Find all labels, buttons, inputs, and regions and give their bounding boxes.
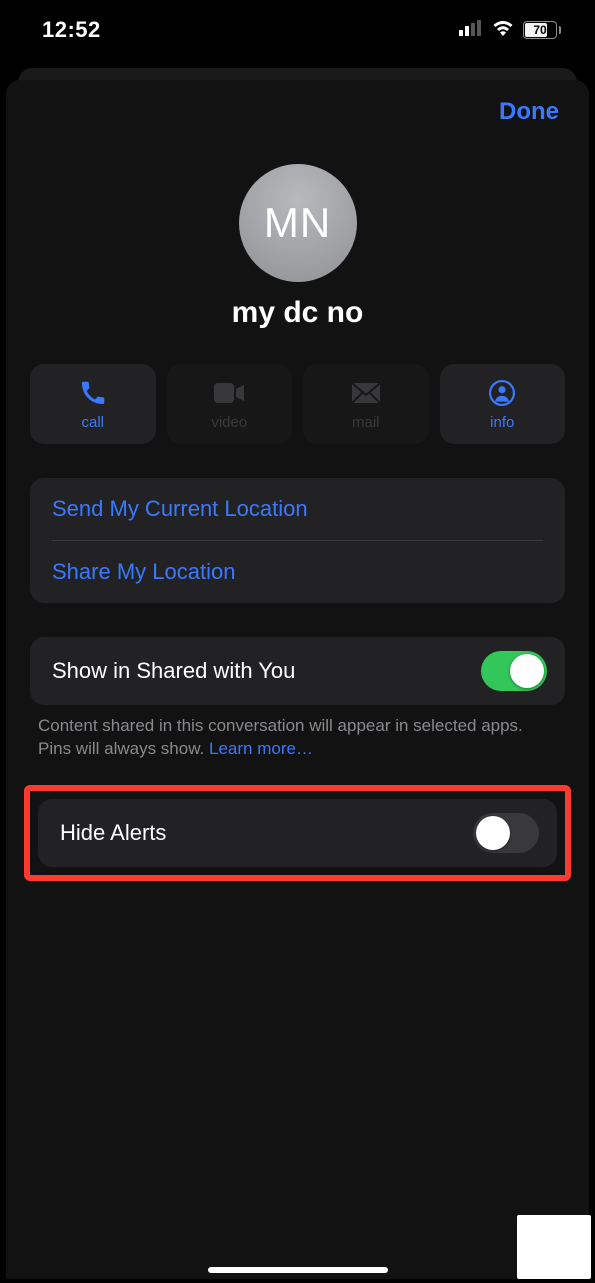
mail-button: mail <box>303 364 429 444</box>
location-group: Send My Current Location Share My Locati… <box>30 478 565 603</box>
cellular-icon <box>459 20 483 41</box>
status-indicators: 70 <box>459 19 561 42</box>
video-button: video <box>167 364 293 444</box>
call-button[interactable]: call <box>30 364 156 444</box>
shared-with-you-group: Show in Shared with You <box>30 637 565 705</box>
shared-with-you-row: Show in Shared with You <box>30 637 565 705</box>
contact-name: my dc no <box>232 296 364 330</box>
phone-icon <box>78 378 108 408</box>
status-time: 12:52 <box>42 17 101 43</box>
info-label: info <box>490 414 514 431</box>
avatar-initials: MN <box>264 199 331 247</box>
highlight-annotation: Hide Alerts <box>24 785 571 881</box>
battery-percent: 70 <box>533 23 546 37</box>
share-location-button[interactable]: Share My Location <box>30 541 565 603</box>
overlay-patch <box>517 1215 591 1279</box>
shared-with-you-toggle[interactable] <box>481 651 547 691</box>
status-bar: 12:52 70 <box>0 0 595 60</box>
learn-more-link[interactable]: Learn more… <box>209 739 313 758</box>
home-indicator[interactable] <box>208 1267 388 1273</box>
contact-detail-sheet: Done MN my dc no call video <box>6 80 589 1279</box>
wifi-icon <box>491 19 515 42</box>
send-location-button[interactable]: Send My Current Location <box>30 478 565 540</box>
mail-icon <box>351 378 381 408</box>
call-label: call <box>81 414 104 431</box>
contact-header: MN my dc no <box>30 164 565 330</box>
avatar[interactable]: MN <box>239 164 357 282</box>
done-button[interactable]: Done <box>499 98 559 126</box>
video-icon <box>214 378 244 408</box>
hide-alerts-row: Hide Alerts <box>38 799 557 867</box>
hide-alerts-label: Hide Alerts <box>60 820 166 846</box>
shared-with-you-label: Show in Shared with You <box>52 658 295 684</box>
hide-alerts-toggle[interactable] <box>473 813 539 853</box>
action-button-row: call video mail info <box>30 364 565 444</box>
battery-icon: 70 <box>523 21 561 39</box>
person-circle-icon <box>487 378 517 408</box>
shared-with-you-description: Content shared in this conversation will… <box>30 705 565 761</box>
video-label: video <box>211 414 247 431</box>
phone-frame: 12:52 70 Done MN my <box>0 0 595 1283</box>
info-button[interactable]: info <box>440 364 566 444</box>
mail-label: mail <box>352 414 380 431</box>
hide-alerts-group: Hide Alerts <box>38 799 557 867</box>
